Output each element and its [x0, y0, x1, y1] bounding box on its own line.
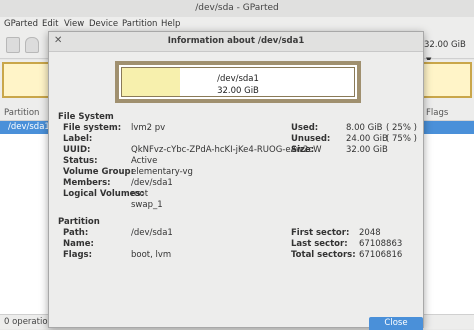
filesystem-heading: File System: [58, 112, 114, 122]
filesystem-value: lvm2 pv: [131, 123, 166, 133]
used-percent: ( 25% ): [386, 123, 417, 133]
total-sectors-value: 67106816: [359, 250, 403, 260]
uuid-label: UUID:: [63, 145, 91, 155]
column-flags[interactable]: Flags: [426, 108, 448, 118]
volume-group-label: Volume Group:: [63, 167, 135, 177]
members-value: /dev/sda1: [131, 178, 173, 188]
column-partition[interactable]: Partition: [4, 108, 39, 118]
first-sector-value: 2048: [359, 228, 381, 238]
last-sector-label: Last sector:: [291, 239, 348, 249]
device-size-combo[interactable]: 32.00 GiB ▼: [424, 38, 472, 64]
main-window-title: /dev/sda - GParted: [0, 0, 474, 18]
path-label: Path:: [63, 228, 89, 238]
logical-volume-swap: swap_1: [131, 200, 163, 210]
menu-edit[interactable]: Edit: [42, 19, 58, 29]
volume-group-value: elementary-vg: [131, 167, 193, 177]
delete-icon[interactable]: [25, 37, 39, 53]
menu-view[interactable]: View: [64, 19, 84, 29]
partition-heading: Partition: [58, 217, 100, 227]
name-label: Name:: [63, 239, 94, 249]
menu-partition[interactable]: Partition: [122, 19, 157, 29]
filesystem-label: File system:: [63, 123, 122, 133]
size-value: 32.00 GiB: [346, 145, 388, 155]
dialog-header: Information about /dev/sda1 ✕: [49, 32, 423, 52]
partition-map-name: /dev/sda1: [217, 74, 259, 84]
dialog-title: Information about /dev/sda1: [167, 36, 305, 46]
unused-value: 24.00 GiB: [346, 134, 388, 144]
first-sector-label: First sector:: [291, 228, 350, 238]
used-value: 8.00 GiB: [346, 123, 383, 133]
partition-name-cell: /dev/sda1: [8, 122, 50, 132]
members-label: Members:: [63, 178, 111, 188]
logical-volume-root: root: [131, 189, 149, 199]
used-label: Used:: [291, 123, 319, 133]
menu-help[interactable]: Help: [161, 19, 180, 29]
close-button[interactable]: Close: [369, 317, 423, 330]
flags-label: Flags:: [63, 250, 92, 260]
last-sector-value: 67108863: [359, 239, 403, 249]
unused-label: Unused:: [291, 134, 331, 144]
menubar: GParted Edit View Device Partition Help: [0, 17, 474, 31]
status-value: Active: [131, 156, 158, 166]
menu-gparted[interactable]: GParted: [4, 19, 38, 29]
new-partition-icon[interactable]: [6, 37, 20, 53]
size-label: Size:: [291, 145, 315, 155]
info-dialog: Information about /dev/sda1 ✕ /dev/sda1 …: [48, 31, 424, 330]
flags-value: boot, lvm: [131, 250, 172, 260]
unused-percent: ( 75% ): [386, 134, 417, 144]
partition-map-size: 32.00 GiB: [217, 86, 259, 96]
device-size-value: 32.00 GiB: [424, 40, 466, 50]
menu-device[interactable]: Device: [89, 19, 118, 29]
label-label: Label:: [63, 134, 93, 144]
total-sectors-label: Total sectors:: [291, 250, 356, 260]
partition-map: /dev/sda1 32.00 GiB: [115, 61, 361, 103]
path-value: /dev/sda1: [131, 228, 173, 238]
close-icon[interactable]: ✕: [54, 35, 62, 46]
status-label: Status:: [63, 156, 98, 166]
